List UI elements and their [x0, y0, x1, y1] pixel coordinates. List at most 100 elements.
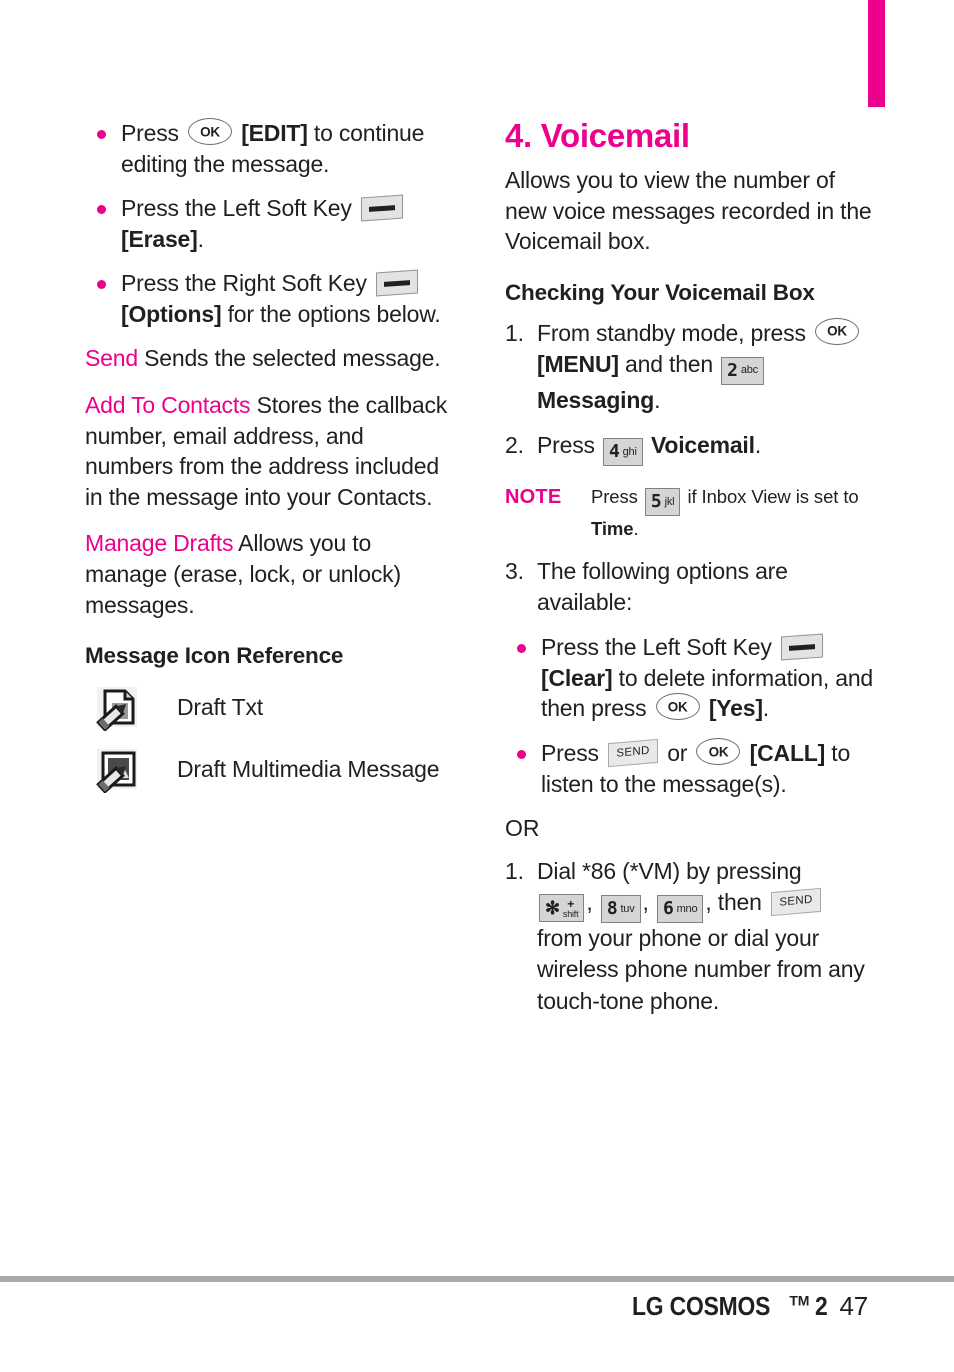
step-number: 1.: [505, 319, 524, 346]
send-key-label: SEND: [616, 744, 650, 760]
step-number: 3.: [505, 557, 524, 584]
icon-reference-label: Draft Multimedia Message: [177, 755, 440, 782]
step-text-part2: .: [754, 432, 762, 459]
keypad-letters: mno: [676, 902, 698, 915]
keypad-plus-label: +: [567, 896, 575, 911]
separator-1: ,: [586, 889, 593, 915]
bullet-text-mid1: or: [667, 740, 688, 766]
ok-key-icon: [814, 317, 859, 345]
definition-send: Send Sends the selected message.: [85, 343, 457, 374]
footer-model: 2: [815, 1291, 828, 1321]
keypad-shift-label: shift: [562, 908, 579, 919]
definition-term: Send: [85, 345, 138, 372]
note-text-bold: Time: [591, 518, 634, 540]
bullet-text-bold: [Erase]: [121, 225, 198, 252]
step-3-following-options: 3. The following options are available:: [505, 556, 877, 619]
bullet-press-left-soft-key-erase: Press the Left Soft Key [Erase].: [85, 193, 457, 254]
voicemail-options-bullet-list: Press the Left Soft Key [Clear] to delet…: [505, 632, 877, 799]
draft-multimedia-message-icon: [85, 745, 165, 794]
ok-key-icon: [655, 693, 700, 721]
footer-brand: LG COSMOS: [632, 1291, 771, 1321]
checking-voicemail-box-heading: Checking Your Voicemail Box: [505, 279, 815, 305]
draft-options-bullet-list: Press [EDIT] to continue editing the mes…: [85, 118, 457, 329]
keypad-letters: abc: [740, 364, 758, 377]
bullet-press-send-or-ok-call: Press SEND or [CALL] to listen to the me…: [505, 738, 877, 799]
keypad-star-labels: + shift: [563, 898, 579, 919]
step-text-part3: .: [654, 386, 661, 413]
keypad-digit: 4: [609, 441, 620, 463]
step-2-press-voicemail: 2. Press 4 ghi Voicemail.: [505, 430, 877, 467]
keypad-8-tuv-icon: 8 tuv: [600, 895, 641, 923]
bullet-left-soft-key-clear: Press the Left Soft Key [Clear] to delet…: [505, 632, 877, 724]
bullet-text-bold1: [Clear]: [541, 664, 613, 691]
bullet-text-bold2: [Yes]: [708, 695, 763, 722]
section-intro: Allows you to view the number of new voi…: [505, 166, 872, 255]
bullet-text-bold: [EDIT]: [241, 120, 308, 146]
keypad-2-abc-icon: 2 abc: [721, 356, 764, 385]
step-text-bold2: Messaging: [537, 386, 655, 413]
definition-manage-drafts: Manage Drafts Allows you to manage (eras…: [85, 528, 457, 620]
bullet-text-bold1: [CALL]: [749, 740, 826, 766]
voicemail-steps-list: 1. From standby mode, press [MENU] and t…: [505, 317, 877, 467]
step-text: The following options are available:: [537, 557, 788, 615]
draft-txt-icon: [85, 683, 165, 732]
definition-description: Sends the selected message.: [144, 345, 441, 372]
definition-term: Add To Contacts: [85, 392, 251, 419]
step-3-list: 3. The following options are available:: [505, 556, 877, 619]
note-inbox-view: NOTE Press 5 jkl if Inbox View is set to …: [505, 484, 877, 542]
note-text-part2: if Inbox View is set to: [687, 486, 859, 508]
keypad-letters: ghi: [622, 445, 637, 458]
step-number: 2.: [505, 432, 524, 459]
step-text-part2: and then: [618, 350, 713, 377]
keypad-star-glyph: ✻: [545, 898, 560, 918]
keypad-6-mno-icon: 6 mno: [656, 895, 704, 923]
bullet-text-pre: Press the Right Soft Key: [121, 270, 367, 297]
bullet-text-pre: Press: [121, 120, 179, 146]
bullet-text-pre: Press the Left Soft Key: [121, 195, 352, 222]
keypad-digit: 6: [662, 898, 674, 919]
separator-2: ,: [642, 889, 649, 915]
icon-reference-label: Draft Txt: [177, 693, 263, 720]
or-separator: OR: [505, 815, 540, 842]
keypad-letters: tuv: [620, 902, 635, 915]
ok-key-icon: [188, 118, 232, 145]
definition-add-to-contacts: Add To Contacts Stores the callback numb…: [85, 390, 457, 512]
bullet-text-post: for the options below.: [221, 300, 441, 327]
send-key-icon: SEND: [770, 887, 821, 917]
step-1-dial-star-86: 1. Dial *86 (*VM) by pressing ✻ + shift , …: [505, 856, 877, 1017]
step-text-part1: Press: [537, 432, 595, 459]
bullet-press-right-soft-key-options: Press the Right Soft Key [Options] for t…: [85, 268, 457, 329]
keypad-letters: jkl: [664, 495, 675, 508]
right-soft-key-icon: [375, 269, 418, 297]
step-text-part1: Dial *86 (*VM) by pressing: [537, 857, 802, 884]
note-text-part1: Press: [591, 486, 638, 508]
bullet-text-post: .: [197, 225, 204, 252]
keypad-5-jkl-icon: 5 jkl: [644, 488, 681, 517]
keypad-4-ghi-icon: 4 ghi: [603, 438, 643, 467]
keypad-digit: 2: [727, 359, 738, 381]
right-column: 4. Voicemail Allows you to view the numb…: [505, 117, 877, 1031]
left-soft-key-icon: [360, 194, 403, 222]
keypad-star-shift-icon: ✻ + shift: [539, 894, 585, 922]
bullet-text-pre: Press: [541, 740, 599, 766]
step-text-bold1: [MENU]: [537, 350, 619, 377]
separator-3: , then: [705, 889, 762, 915]
bullet-text-post: .: [762, 695, 769, 722]
icon-reference-row-draft-txt: Draft Txt: [85, 683, 457, 732]
bullet-text-pre: Press the Left Soft Key: [541, 634, 772, 661]
icon-reference-row-draft-multimedia-message: Draft Multimedia Message: [85, 745, 457, 794]
step-1-from-standby-mode: 1. From standby mode, press [MENU] and t…: [505, 317, 877, 417]
keypad-digit: 8: [606, 898, 618, 919]
bullet-press-edit: Press [EDIT] to continue editing the mes…: [85, 118, 457, 179]
step-text-bold1: Voicemail: [650, 432, 755, 459]
step-text-part2: from your phone or dial your wireless ph…: [537, 925, 865, 1014]
message-icon-reference-heading: Message Icon Reference: [85, 643, 344, 669]
dial-voicemail-steps-list: 1. Dial *86 (*VM) by pressing ✻ + shift , …: [505, 856, 877, 1017]
left-soft-key-icon: [780, 633, 823, 661]
footer: LG COSMOS TM 2 47: [632, 1291, 868, 1322]
bullet-text-bold: [Options]: [121, 300, 222, 327]
footer-trademark: TM: [789, 1292, 810, 1309]
footer-divider: [0, 1276, 954, 1282]
page-number: 47: [839, 1291, 868, 1321]
chapter-tab-marker: [868, 0, 885, 107]
